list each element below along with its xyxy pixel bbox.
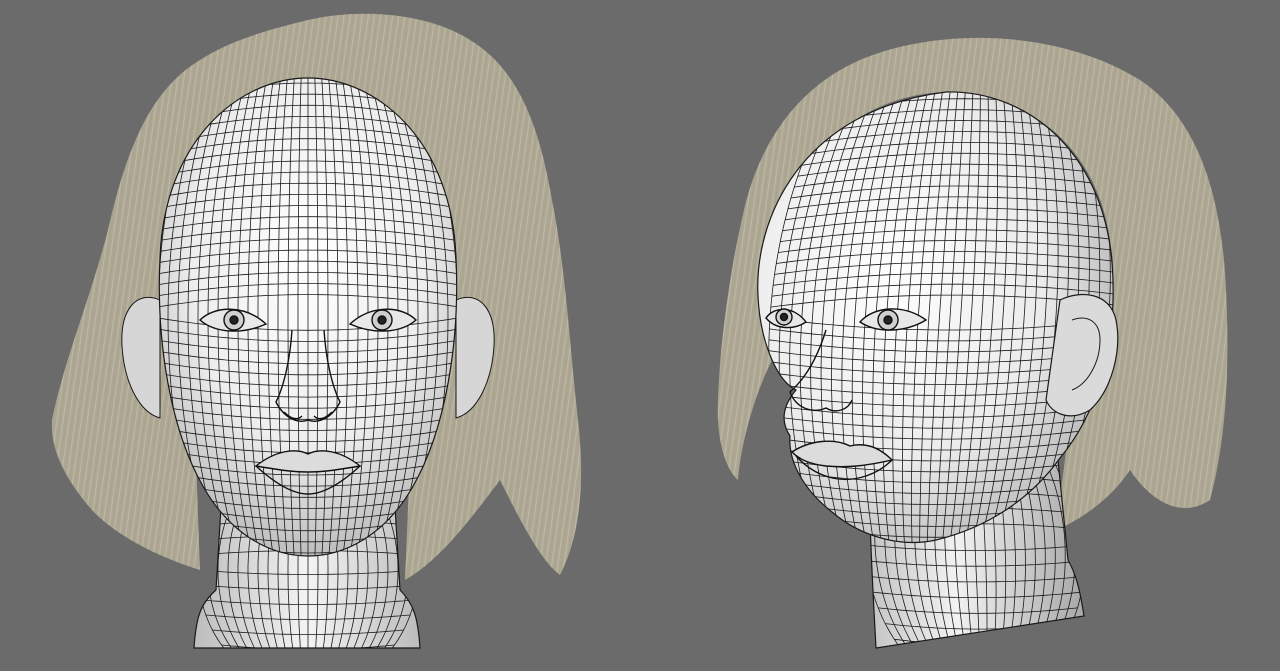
viewport-canvas [0, 0, 1280, 671]
3d-viewport[interactable] [0, 0, 1280, 671]
